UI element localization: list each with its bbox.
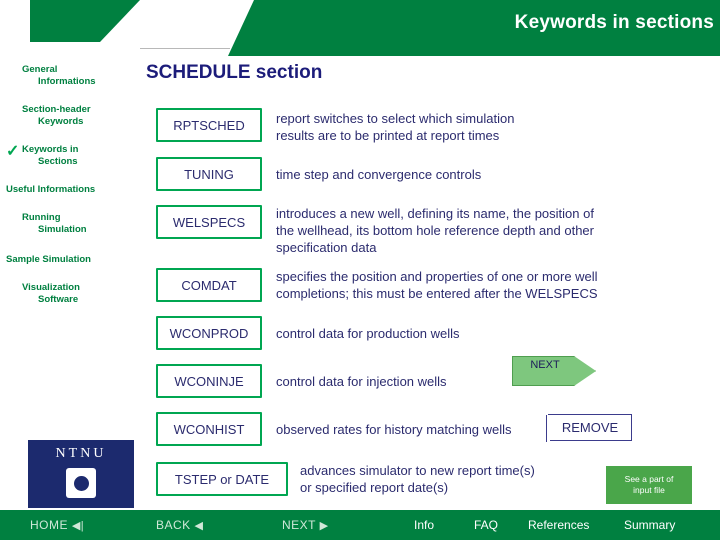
footer-link-summary[interactable]: Summary [624, 518, 675, 532]
footer-nav-home-label: HOME [30, 518, 68, 532]
sidebar-item-label: Section-header [22, 104, 91, 115]
sidebar: General Informations Section-header Keyw… [0, 42, 140, 512]
footer-nav-back[interactable]: BACK ◀ [156, 518, 204, 532]
footer-nav-next-label: NEXT [282, 518, 316, 532]
footer-link-faq[interactable]: FAQ [474, 518, 498, 532]
footer-nav-next[interactable]: NEXT ▶ [282, 518, 329, 532]
see-part-of-input-file-button[interactable]: See a part of input file [606, 466, 692, 504]
sidebar-item-label: Keywords in [22, 144, 79, 155]
remove-button[interactable]: REMOVE [546, 414, 632, 442]
keyword-desc-comdat: specifies the position and properties of… [276, 269, 598, 301]
ntnu-logo-mark-icon [66, 468, 96, 498]
keyword-box-rptsched[interactable]: RPTSCHED [156, 108, 262, 142]
sidebar-item-general-informations[interactable]: General Informations [22, 64, 140, 88]
keyword-desc-tstep-or-date: advances simulator to new report time(s)… [300, 463, 535, 495]
keyword-desc-welspecs: introduces a new well, defining its name… [276, 206, 594, 255]
keyword-desc-wconinje: control data for injection wells [276, 374, 447, 389]
keyword-box-wconprod[interactable]: WCONPROD [156, 316, 262, 350]
corner-decoration-notch [0, 0, 30, 42]
sidebar-item-label: General [22, 64, 58, 75]
keyword-box-tuning[interactable]: TUNING [156, 157, 262, 191]
sidebar-item-label: Sample Simulation [6, 254, 91, 265]
keyword-box-comdat[interactable]: COMDAT [156, 268, 262, 302]
next-arrow-icon: ▶ [319, 520, 329, 532]
keyword-box-tstep-or-date[interactable]: TSTEP or DATE [156, 462, 288, 496]
sidebar-item-label-2: Keywords [38, 116, 84, 127]
next-arrow-label: NEXT [530, 359, 560, 371]
ntnu-logo: NTNU [28, 440, 134, 508]
first-slide-icon: ◀| [71, 520, 85, 532]
page-title: Keywords in sections [514, 12, 714, 33]
keyword-box-wconhist[interactable]: WCONHIST [156, 412, 262, 446]
checkmark-icon: ✓ [6, 143, 20, 160]
back-arrow-icon: ◀ [194, 520, 204, 532]
ntnu-logo-text: NTNU [55, 446, 107, 461]
sidebar-item-label-2: Sections [38, 156, 78, 167]
sidebar-item-label-2: Simulation [38, 224, 87, 235]
keyword-box-wconinje[interactable]: WCONINJE [156, 364, 262, 398]
sidebar-item-visualization-software[interactable]: Visualization Software [22, 282, 140, 306]
footer-link-references[interactable]: References [528, 518, 589, 532]
sidebar-item-label-2: Software [38, 294, 79, 305]
keyword-desc-rptsched: report switches to select which simulati… [276, 111, 515, 143]
keyword-desc-wconhist: observed rates for history matching well… [276, 422, 512, 437]
keyword-desc-tuning: time step and convergence controls [276, 167, 482, 182]
next-arrow-button[interactable]: NEXT [512, 356, 596, 386]
sidebar-item-sample-simulation[interactable]: Sample Simulation [6, 254, 140, 266]
sidebar-item-label-2: Informations [38, 76, 96, 87]
section-heading: SCHEDULE section [146, 62, 323, 83]
sidebar-item-keywords-in-sections[interactable]: Keywords in Sections [22, 144, 140, 168]
sidebar-item-running-simulation[interactable]: Running Simulation [22, 212, 140, 236]
slide: Keywords in sections General Information… [0, 0, 720, 540]
sidebar-item-section-header-keywords[interactable]: Section-header Keywords [22, 104, 140, 128]
sidebar-item-useful-informations[interactable]: Useful Informations [6, 184, 140, 196]
keyword-desc-wconprod: control data for production wells [276, 326, 460, 341]
sidebar-item-label: Visualization [22, 282, 80, 293]
sidebar-item-label: Useful Informations [6, 184, 96, 195]
footer-nav-home[interactable]: HOME ◀| [30, 518, 84, 532]
keyword-box-welspecs[interactable]: WELSPECS [156, 205, 262, 239]
sidebar-item-label: Running [22, 212, 61, 223]
footer-nav-back-label: BACK [156, 518, 191, 532]
footer-link-info[interactable]: Info [414, 518, 434, 532]
footer-bar: HOME ◀| BACK ◀ NEXT ▶ Info FAQ Reference… [0, 510, 720, 540]
